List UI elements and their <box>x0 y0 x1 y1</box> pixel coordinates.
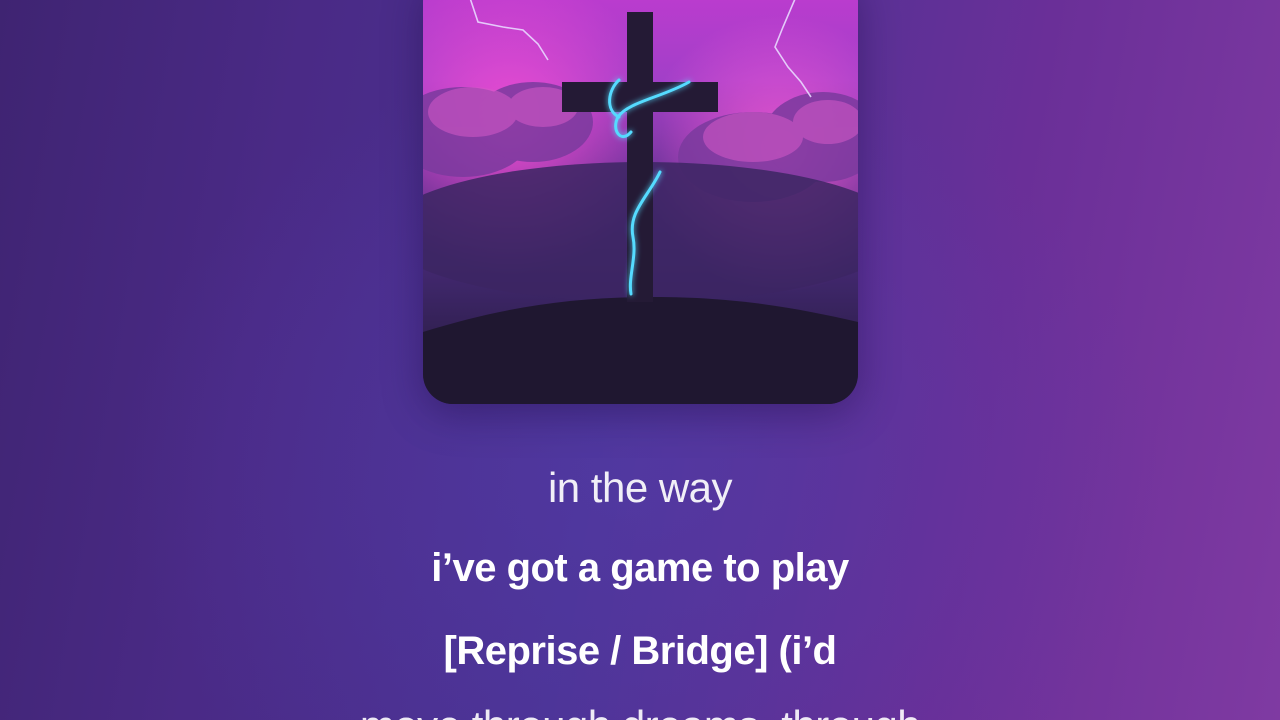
lyrics-player-screen: in the way i’ve got a game to play [Repr… <box>0 0 1280 720</box>
lyric-line-following[interactable]: move through dreams, through <box>0 705 1280 720</box>
cross-storm-cover-art-icon <box>423 0 858 404</box>
lyric-line-previous[interactable]: in the way <box>0 467 1280 509</box>
lyric-line-current[interactable]: i’ve got a game to play <box>0 548 1280 588</box>
lyric-line-next[interactable]: [Reprise / Bridge] (i’d <box>0 631 1280 671</box>
album-artwork <box>423 0 858 404</box>
